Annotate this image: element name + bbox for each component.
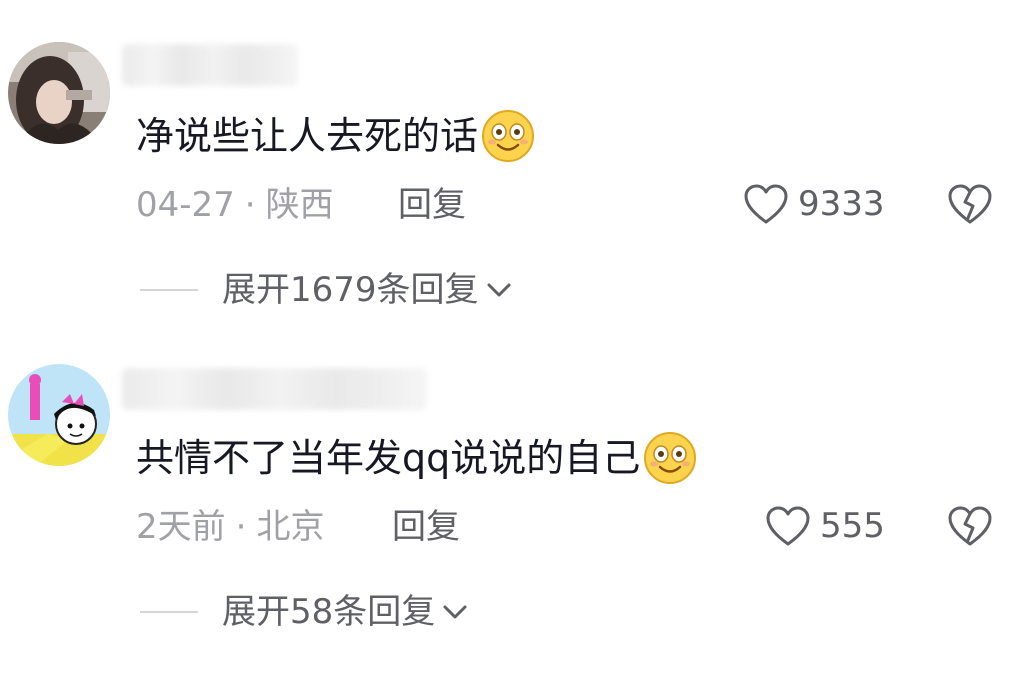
divider-line bbox=[140, 289, 198, 291]
username[interactable] bbox=[122, 44, 298, 86]
comment-location: 陕西 bbox=[265, 185, 334, 225]
divider-line bbox=[140, 611, 198, 613]
smiling-face-emoji-icon bbox=[644, 432, 697, 484]
comment-text: 共情不了当年发qq说说的自己 bbox=[136, 430, 698, 486]
chevron-down-icon bbox=[443, 605, 467, 619]
expand-replies-button[interactable]: 展开1679条回复 bbox=[140, 268, 513, 312]
comment-body: 共情不了当年发qq说说的自己 bbox=[136, 436, 641, 480]
meta-separator: · bbox=[244, 185, 256, 225]
username[interactable] bbox=[122, 368, 427, 410]
chevron-down-icon bbox=[487, 283, 511, 297]
comment-meta: 2天前 · 北京 bbox=[136, 506, 324, 548]
comment-item: 净说些让人去死的话 04-27 · 陕西 回复 9333 展开1679条回复 bbox=[0, 0, 1022, 330]
like-count: 555 bbox=[820, 506, 885, 546]
like-button[interactable]: 9333 bbox=[742, 180, 885, 228]
comment-time: 2天前 bbox=[136, 507, 226, 547]
expand-replies-button[interactable]: 展开58条回复 bbox=[140, 590, 469, 634]
smiling-face-emoji-icon bbox=[482, 110, 535, 162]
reply-button[interactable]: 回复 bbox=[392, 506, 460, 548]
avatar[interactable] bbox=[8, 364, 110, 466]
reply-button[interactable]: 回复 bbox=[398, 184, 466, 226]
comment-time: 04-27 bbox=[136, 185, 235, 225]
expand-replies-label: 展开58条回复 bbox=[222, 592, 436, 632]
like-count: 9333 bbox=[798, 184, 885, 224]
comment-location: 北京 bbox=[256, 507, 325, 547]
comment-item: 共情不了当年发qq说说的自己 2天前 · 北京 回复 555 展开58条回复 bbox=[0, 322, 1022, 652]
broken-heart-icon[interactable] bbox=[946, 182, 994, 226]
meta-separator: · bbox=[235, 507, 247, 547]
comment-text: 净说些让人去死的话 bbox=[136, 108, 536, 164]
comment-body: 净说些让人去死的话 bbox=[136, 114, 479, 158]
broken-heart-icon[interactable] bbox=[946, 504, 994, 548]
expand-replies-label: 展开1679条回复 bbox=[222, 270, 479, 310]
heart-icon bbox=[766, 506, 810, 546]
heart-icon bbox=[744, 184, 788, 224]
comment-meta: 04-27 · 陕西 bbox=[136, 184, 334, 226]
like-button[interactable]: 555 bbox=[764, 502, 885, 550]
avatar[interactable] bbox=[8, 42, 110, 144]
